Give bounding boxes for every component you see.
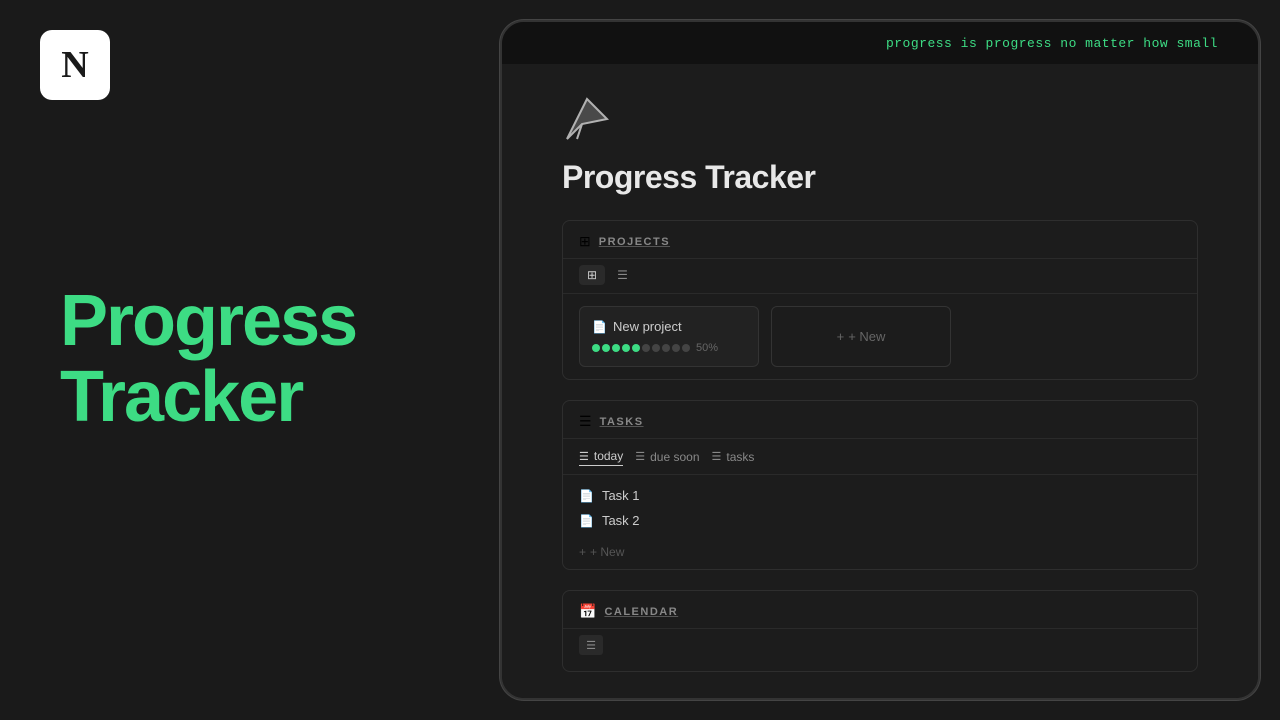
title-line2: Tracker [60, 360, 430, 436]
projects-section-title: PROJECTS [599, 236, 670, 248]
projects-section: ⊞ PROJECTS ⊞ ☰ 📄 [562, 220, 1198, 380]
due-soon-tab-icon: ☰ [635, 450, 645, 463]
dot-4 [622, 344, 630, 352]
dot-10 [682, 344, 690, 352]
dot-8 [662, 344, 670, 352]
page-title: Progress Tracker [562, 159, 1198, 196]
title-line1: Progress [60, 284, 430, 360]
tasks-tab-due-soon[interactable]: ☰ due soon [635, 447, 699, 466]
calendar-header: 📅 CALENDAR [563, 591, 1197, 629]
all-tasks-tab-label: tasks [726, 450, 754, 464]
add-new-plus: + [579, 545, 586, 559]
new-project-plus: + [837, 329, 845, 344]
left-panel: N Progress Tracker [0, 0, 490, 720]
tasks-section: ☰ TASKS ☰ today ☰ due soon ☰ [562, 400, 1198, 570]
task-2-label: Task 2 [602, 513, 640, 528]
dot-3 [612, 344, 620, 352]
all-tasks-tab-icon: ☰ [712, 450, 722, 463]
progress-label: 50% [696, 342, 718, 354]
tasks-list: 📄 Task 1 📄 Task 2 [563, 475, 1197, 541]
calendar-view-tab-row: ☰ [563, 629, 1197, 663]
projects-view-tabs: ⊞ ☰ [563, 259, 1197, 294]
task-item-2[interactable]: 📄 Task 2 [579, 508, 1181, 533]
dot-1 [592, 344, 600, 352]
project-card-name: New project [613, 319, 682, 334]
page-icon [562, 94, 1198, 149]
notion-content[interactable]: progress is progress no matter how small… [502, 22, 1258, 698]
due-soon-tab-label: due soon [650, 450, 699, 464]
tasks-header: ☰ TASKS [563, 401, 1197, 439]
calendar-section-title: CALENDAR [604, 606, 678, 618]
project-card[interactable]: 📄 New project [579, 306, 759, 367]
new-project-card[interactable]: + + New [771, 306, 951, 367]
tasks-tabs: ☰ today ☰ due soon ☰ tasks [563, 439, 1197, 475]
calendar-section-icon: 📅 [579, 603, 596, 620]
today-tab-icon: ☰ [579, 450, 589, 463]
right-panel: progress is progress no matter how small… [490, 0, 1280, 720]
project-card-file-icon: 📄 [592, 320, 607, 334]
add-new-task-btn[interactable]: + + New [563, 541, 1197, 569]
projects-gallery-tab[interactable]: ⊞ [579, 265, 605, 285]
gallery-icon: ⊞ [587, 268, 597, 282]
tasks-tab-all[interactable]: ☰ tasks [712, 447, 755, 466]
projects-grid: 📄 New project [563, 294, 1197, 379]
paper-plane-icon [562, 94, 612, 144]
tasks-section-title: TASKS [600, 416, 644, 428]
task-1-icon: 📄 [579, 489, 594, 503]
projects-list-tab[interactable]: ☰ [609, 265, 636, 285]
dot-2 [602, 344, 610, 352]
quote-bar: progress is progress no matter how small [502, 22, 1258, 64]
dot-7 [652, 344, 660, 352]
progress-dots: 50% [592, 342, 746, 354]
dot-5 [632, 344, 640, 352]
list-icon: ☰ [617, 268, 628, 282]
task-item-1[interactable]: 📄 Task 1 [579, 483, 1181, 508]
tablet-frame: progress is progress no matter how small… [500, 20, 1260, 700]
new-project-label: + New [848, 329, 885, 344]
quote-text: progress is progress no matter how small [886, 36, 1218, 51]
calendar-grid-tab[interactable]: ☰ [579, 635, 603, 655]
task-1-label: Task 1 [602, 488, 640, 503]
projects-section-icon: ⊞ [579, 233, 591, 250]
tasks-tab-today[interactable]: ☰ today [579, 447, 623, 466]
task-2-icon: 📄 [579, 514, 594, 528]
calendar-grid-icon: ☰ [586, 639, 596, 652]
add-new-label: + New [590, 545, 624, 559]
project-card-title-row: 📄 New project [592, 319, 746, 334]
tasks-section-icon: ☰ [579, 413, 592, 430]
dot-6 [642, 344, 650, 352]
today-tab-label: today [594, 449, 623, 463]
left-title: Progress Tracker [60, 284, 430, 435]
projects-header: ⊞ PROJECTS [563, 221, 1197, 259]
page-content: Progress Tracker ⊞ PROJECTS ⊞ ☰ [502, 64, 1258, 698]
calendar-section: 📅 CALENDAR ☰ [562, 590, 1198, 672]
notion-logo-letter: N [61, 43, 88, 87]
dot-9 [672, 344, 680, 352]
notion-logo: N [40, 30, 110, 100]
